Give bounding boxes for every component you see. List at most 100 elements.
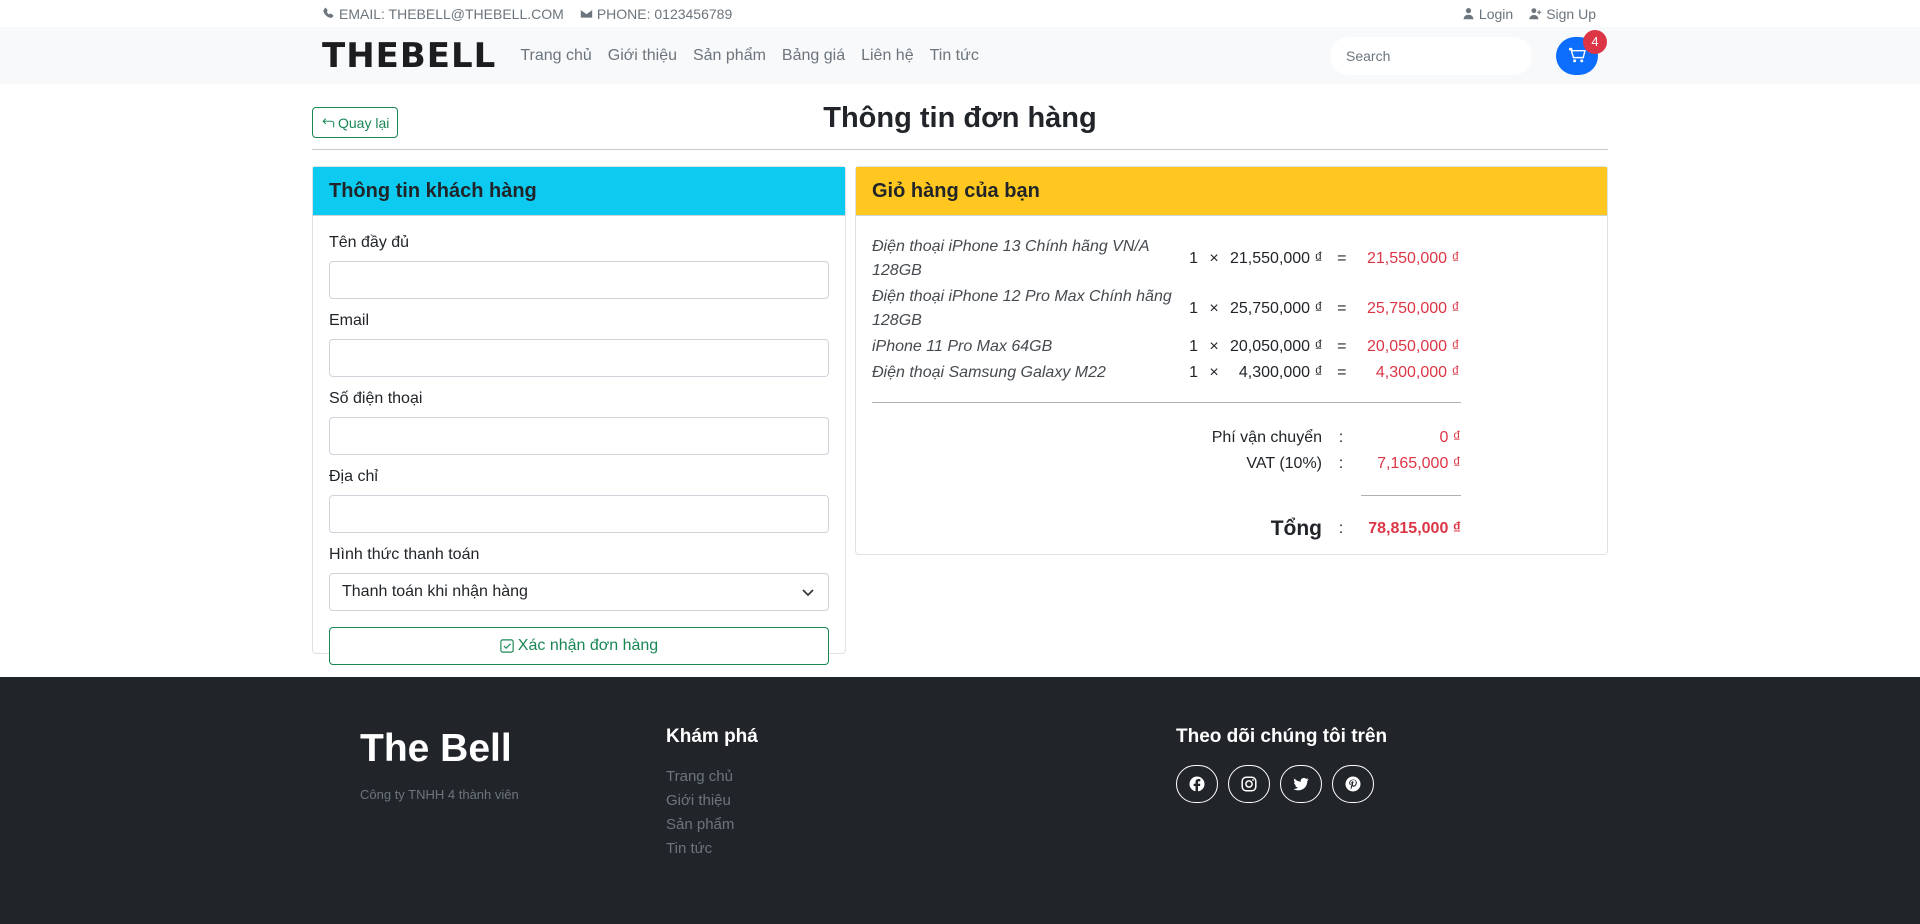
confirm-order-button[interactable]: Xác nhận đơn hàng: [329, 627, 829, 665]
nav-item-products[interactable]: Sản phẩm: [693, 47, 766, 65]
times-sign: ×: [1209, 250, 1219, 267]
signup-label: Sign Up: [1546, 5, 1596, 22]
item-price: 21,550,000 ₫: [1230, 250, 1323, 267]
top-bar: EMAIL: THEBELL@THEBELL.COM PHONE: 012345…: [0, 0, 1920, 27]
footer: The Bell Công ty TNHH 4 thành viên Khám …: [0, 677, 1920, 924]
footer-link-news[interactable]: Tin tức: [666, 837, 758, 861]
equals-sign: =: [1337, 338, 1347, 355]
table-row: iPhone 11 Pro Max 64GB 1 × 20,050,000 ₫ …: [872, 334, 1460, 360]
item-price: 20,050,000 ₫: [1230, 338, 1323, 355]
contact-phone: PHONE: 0123456789: [580, 6, 732, 22]
cart-divider: [872, 402, 1461, 403]
vat-row: VAT (10%) : 7,165,000 ₫: [872, 451, 1591, 477]
total-divider: [1361, 495, 1461, 496]
shipping-label: Phí vận chuyển: [1211, 429, 1322, 446]
address-label: Địa chỉ: [329, 468, 378, 485]
cart-count-badge: 4: [1583, 29, 1607, 54]
footer-link-about[interactable]: Giới thiệu: [666, 789, 758, 813]
person-icon: [1463, 8, 1474, 20]
pinterest-button[interactable]: [1332, 765, 1374, 803]
footer-social: Theo dõi chúng tôi trên: [1176, 726, 1387, 803]
brand-logo[interactable]: THEBELL: [322, 36, 496, 76]
envelope-icon: [580, 9, 592, 18]
main-content: Quay lại Thông tin đơn hàng Thông tin kh…: [312, 84, 1608, 665]
main-nav: Trang chủ Giới thiệu Sản phẩm Bảng giá L…: [520, 47, 978, 65]
phone-text: PHONE: 0123456789: [596, 5, 733, 22]
explore-heading: Khám phá: [666, 726, 758, 747]
item-total: 21,550,000 ₫: [1367, 250, 1460, 267]
total-value: 78,815,000 ₫: [1368, 520, 1461, 537]
item-qty: 1: [1189, 364, 1198, 381]
facebook-icon: [1189, 776, 1205, 792]
payment-method-value: Thanh toán khi nhận hàng: [342, 583, 528, 600]
search-box: [1330, 36, 1532, 75]
colon: :: [1338, 520, 1344, 537]
footer-link-home[interactable]: Trang chủ: [666, 765, 758, 789]
email-text: EMAIL: THEBELL@THEBELL.COM: [339, 5, 564, 22]
customer-info-card: Thông tin khách hàng Tên đầy đủ Email Số…: [312, 166, 846, 665]
contact-email: EMAIL: THEBELL@THEBELL.COM: [322, 6, 564, 22]
pinterest-icon: [1345, 776, 1361, 792]
twitter-icon: [1293, 777, 1309, 791]
times-sign: ×: [1209, 300, 1219, 317]
item-price: 25,750,000 ₫: [1230, 300, 1323, 317]
nav-item-home[interactable]: Trang chủ: [520, 47, 591, 65]
colon: :: [1338, 429, 1344, 446]
total-row: Tổng : 78,815,000 ₫: [872, 516, 1591, 542]
chevron-down-icon: [802, 589, 814, 597]
item-total: 25,750,000 ₫: [1367, 300, 1460, 317]
email-label: Email: [329, 312, 370, 329]
page-header: Quay lại Thông tin đơn hàng: [312, 84, 1608, 150]
item-total: 4,300,000 ₫: [1375, 364, 1460, 381]
vat-label: VAT (10%): [1246, 455, 1322, 472]
search-input[interactable]: [1346, 47, 1527, 64]
back-button[interactable]: Quay lại: [312, 107, 399, 138]
fullname-field[interactable]: [329, 261, 829, 299]
item-name: Điện thoại Samsung Galaxy M22: [872, 364, 1106, 381]
phone-label: Số điện thoại: [329, 390, 423, 407]
item-qty: 1: [1189, 300, 1198, 317]
fullname-label: Tên đầy đủ: [329, 234, 410, 251]
vat-value: 7,165,000 ₫: [1377, 455, 1461, 472]
nav-item-contact[interactable]: Liên hệ: [861, 47, 914, 65]
times-sign: ×: [1209, 364, 1219, 381]
facebook-button[interactable]: [1176, 765, 1218, 803]
total-label: Tổng: [1270, 517, 1322, 540]
signup-link[interactable]: Sign Up: [1529, 6, 1596, 22]
footer-explore: Khám phá Trang chủ Giới thiệu Sản phẩm T…: [666, 726, 758, 861]
address-field[interactable]: [329, 495, 829, 533]
equals-sign: =: [1337, 364, 1347, 381]
item-price: 4,300,000 ₫: [1238, 364, 1323, 381]
payment-method-select[interactable]: Thanh toán khi nhận hàng: [329, 573, 829, 611]
email-field[interactable]: [329, 339, 829, 377]
login-label: Login: [1478, 5, 1514, 22]
back-label: Quay lại: [338, 114, 390, 131]
customer-form: Tên đầy đủ Email Số điện thoại Địa chỉ H…: [313, 216, 845, 665]
footer-company: Công ty TNHH 4 thành viên: [360, 787, 519, 802]
arrow-return-left-icon: [322, 117, 335, 127]
twitter-button[interactable]: [1280, 765, 1322, 803]
instagram-button[interactable]: [1228, 765, 1270, 803]
page-title: Thông tin đơn hàng: [823, 102, 1097, 134]
table-row: Điện thoại iPhone 13 Chính hãng VN/A 128…: [872, 234, 1460, 284]
table-row: Điện thoại Samsung Galaxy M22 1 × 4,300,…: [872, 360, 1460, 386]
follow-heading: Theo dõi chúng tôi trên: [1176, 726, 1388, 747]
item-total: 20,050,000 ₫: [1367, 338, 1460, 355]
footer-link-products[interactable]: Sản phẩm: [666, 813, 758, 837]
table-row: Điện thoại iPhone 12 Pro Max Chính hãng …: [872, 284, 1460, 334]
login-link[interactable]: Login: [1462, 6, 1513, 22]
phone-field[interactable]: [329, 417, 829, 455]
cart-button[interactable]: 4: [1556, 29, 1607, 75]
nav-item-about[interactable]: Giới thiệu: [608, 47, 677, 65]
cart-card: Giỏ hàng của bạn Điện thoại iPhone 13 Ch…: [855, 166, 1608, 555]
shipping-value: 0 ₫: [1439, 429, 1461, 446]
equals-sign: =: [1337, 300, 1347, 317]
payment-method-label: Hình thức thanh toán: [329, 546, 480, 563]
footer-brand-name: The Bell: [360, 727, 512, 770]
item-name: iPhone 11 Pro Max 64GB: [872, 338, 1053, 355]
item-qty: 1: [1189, 338, 1198, 355]
nav-item-news[interactable]: Tin tức: [930, 47, 979, 65]
nav-item-pricing[interactable]: Bảng giá: [782, 47, 845, 65]
check-square-icon: [500, 639, 514, 653]
equals-sign: =: [1337, 250, 1347, 267]
